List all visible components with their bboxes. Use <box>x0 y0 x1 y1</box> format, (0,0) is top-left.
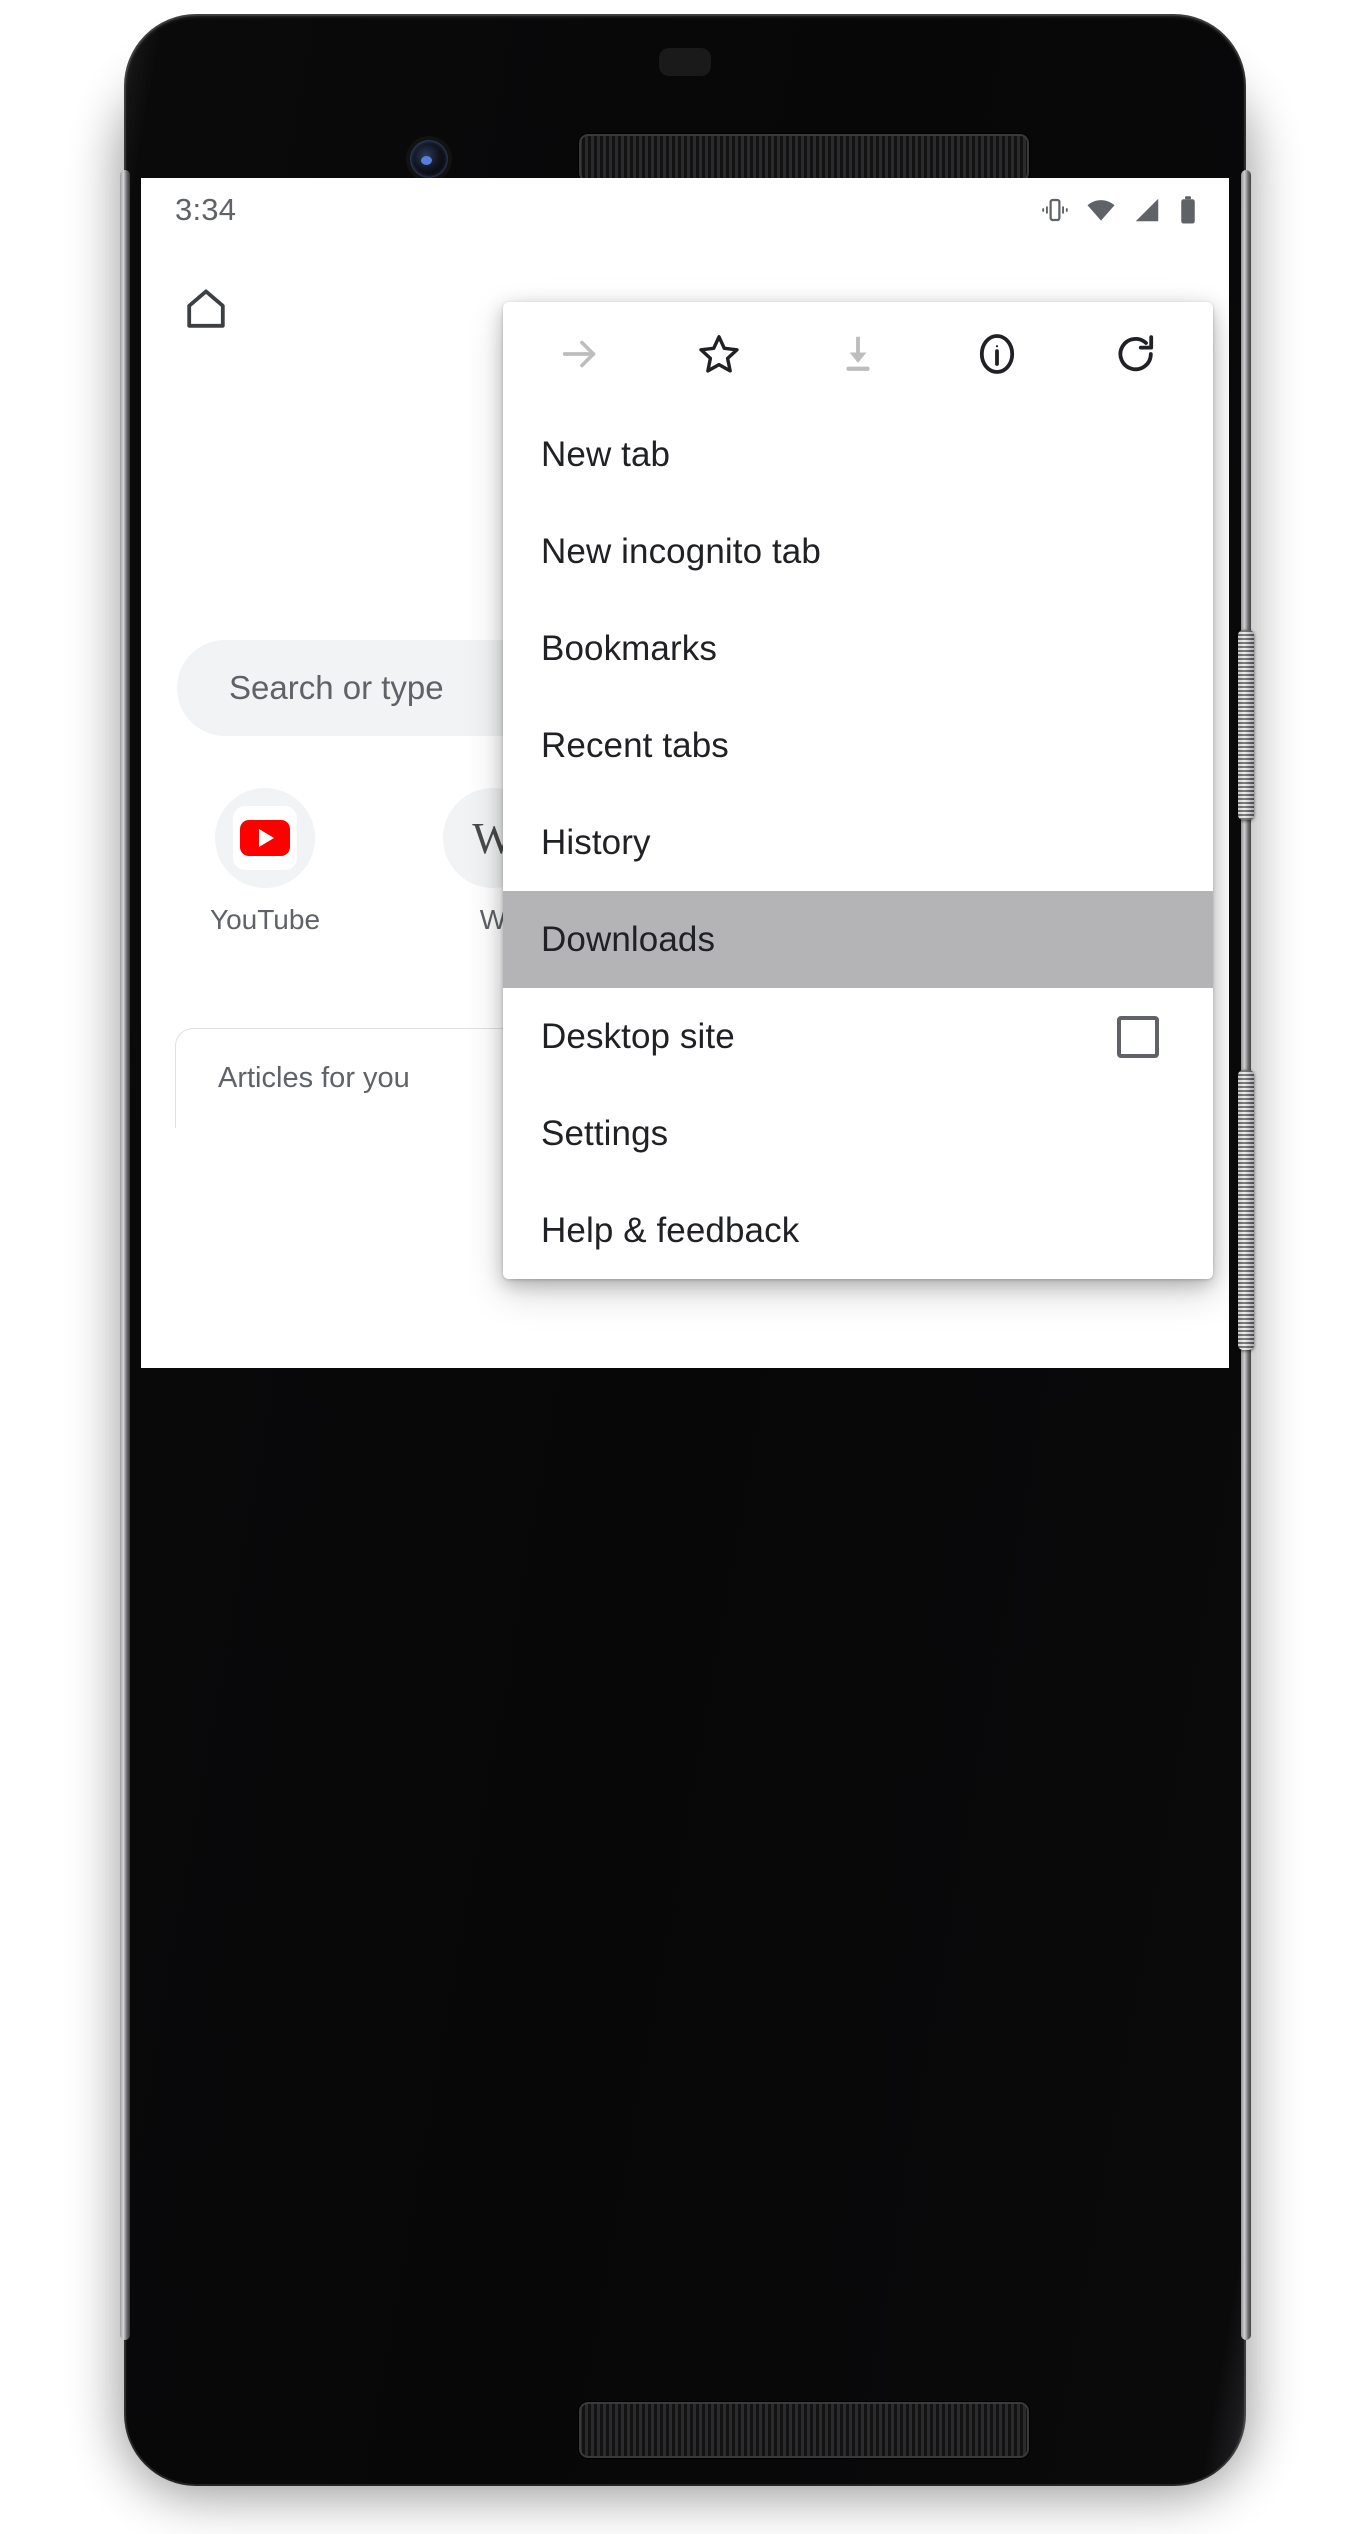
phone-screen: 3:34 Search or type YouTube W W Articles… <box>141 178 1229 1368</box>
menu-item-label: Help & feedback <box>541 1210 800 1250</box>
menu-item-new-incognito-tab[interactable]: New incognito tab <box>503 503 1213 600</box>
menu-item-list: New tab New incognito tab Bookmarks Rece… <box>503 406 1213 1279</box>
menu-item-label: New tab <box>541 434 671 474</box>
menu-item-label: New incognito tab <box>541 531 821 571</box>
articles-card-title: Articles for you <box>218 1062 410 1094</box>
menu-item-desktop-site[interactable]: Desktop site <box>503 988 1213 1085</box>
status-bar: 3:34 <box>141 178 1229 242</box>
chrome-app-menu: New tab New incognito tab Bookmarks Rece… <box>503 302 1213 1279</box>
vibrate-icon <box>1040 195 1070 225</box>
menu-item-label: Settings <box>541 1113 669 1153</box>
menu-item-label: Recent tabs <box>541 725 729 765</box>
menu-item-label: Bookmarks <box>541 628 717 668</box>
battery-icon <box>1177 195 1199 225</box>
tile-youtube[interactable]: YouTube <box>177 788 353 936</box>
info-icon[interactable] <box>962 319 1032 389</box>
menu-item-settings[interactable]: Settings <box>503 1085 1213 1182</box>
menu-item-history[interactable]: History <box>503 794 1213 891</box>
home-icon[interactable] <box>175 278 237 340</box>
menu-item-label: Desktop site <box>541 1016 735 1056</box>
star-icon[interactable] <box>684 319 754 389</box>
screenshot-root: 3:34 Search or type YouTube W W Articles… <box>0 0 1370 2534</box>
status-clock: 3:34 <box>175 192 237 227</box>
menu-item-label: Downloads <box>541 919 716 959</box>
youtube-icon <box>215 788 315 888</box>
wifi-icon <box>1085 195 1117 225</box>
menu-item-label: History <box>541 822 651 862</box>
forward-arrow-icon[interactable] <box>545 319 615 389</box>
sensor-notch <box>659 48 711 76</box>
earpiece-speaker <box>579 134 1029 182</box>
menu-item-help-and-feedback[interactable]: Help & feedback <box>503 1182 1213 1279</box>
desktop-site-checkbox[interactable] <box>1117 1015 1159 1058</box>
menu-item-new-tab[interactable]: New tab <box>503 406 1213 503</box>
menu-toolbar <box>503 302 1213 406</box>
menu-item-bookmarks[interactable]: Bookmarks <box>503 600 1213 697</box>
menu-item-recent-tabs[interactable]: Recent tabs <box>503 697 1213 794</box>
phone-rail-left <box>120 170 130 2340</box>
front-camera-icon <box>410 140 448 178</box>
new-tab-page: Search or type YouTube W W Articles for … <box>141 242 1229 1368</box>
tile-label: YouTube <box>209 904 321 935</box>
bottom-speaker <box>579 2402 1029 2458</box>
search-placeholder: Search or type <box>229 669 444 706</box>
download-icon[interactable] <box>823 319 893 389</box>
menu-item-downloads[interactable]: Downloads <box>503 891 1213 988</box>
reload-icon[interactable] <box>1101 319 1171 389</box>
power-button[interactable] <box>1238 630 1254 820</box>
volume-button[interactable] <box>1238 1070 1254 1350</box>
status-bar-icons <box>1040 195 1199 225</box>
signal-icon <box>1132 195 1162 225</box>
